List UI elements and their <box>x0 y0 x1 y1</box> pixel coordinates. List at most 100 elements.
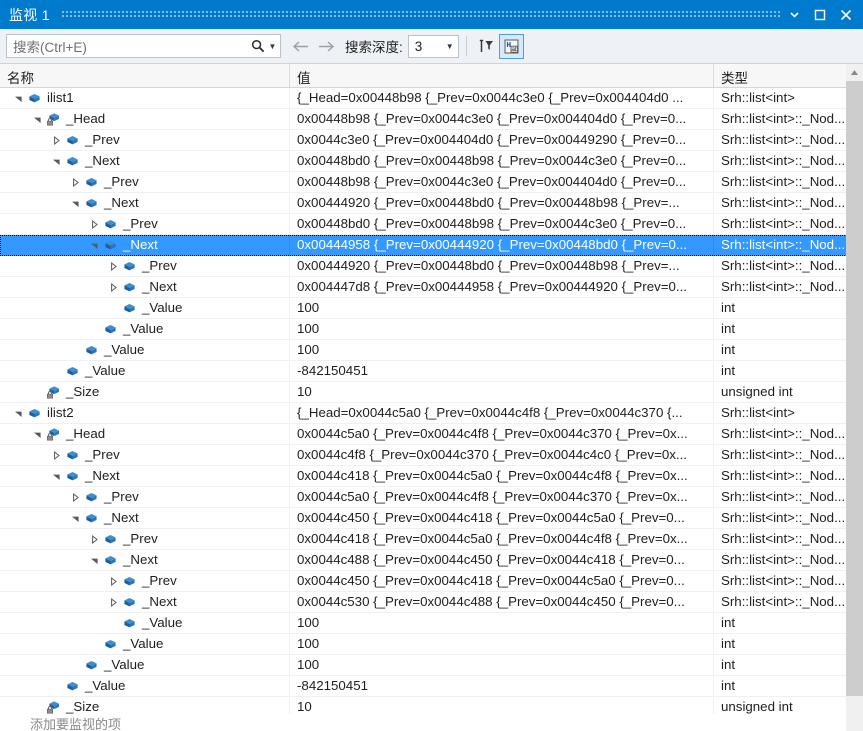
scroll-up-icon[interactable] <box>846 64 863 81</box>
table-row[interactable]: _Next 0x0044c450 {_Prev=0x0044c418 {_Prev… <box>0 507 863 529</box>
table-row[interactable]: _Value -842150451 int <box>0 675 863 697</box>
collapse-triangle-icon[interactable] <box>10 409 26 418</box>
pin-filter-icon[interactable] <box>474 34 499 59</box>
column-header-type[interactable]: 类型 <box>713 64 863 87</box>
cell-value[interactable]: 0x00448b98 {_Prev=0x0044c3e0 {_Prev=0x00… <box>289 171 713 193</box>
chevron-down-icon[interactable] <box>781 0 807 29</box>
table-row[interactable]: ilist1 {_Head=0x00448b98 {_Prev=0x0044c3e… <box>0 88 863 109</box>
ab-hex-display-icon[interactable]: ab <box>498 33 524 59</box>
cell-name[interactable]: _Prev <box>0 130 289 151</box>
vertical-scrollbar[interactable] <box>846 64 863 731</box>
table-row[interactable]: ilist2 {_Head=0x0044c5a0 {_Prev=0x0044c4f… <box>0 402 863 424</box>
cell-value[interactable]: 100 <box>289 654 713 676</box>
cell-value[interactable]: 0x00448bd0 {_Prev=0x00448b98 {_Prev=0x00… <box>289 213 713 235</box>
arrow-left-icon[interactable] <box>288 33 313 59</box>
expand-triangle-icon[interactable] <box>48 450 64 460</box>
cell-name[interactable]: _Next <box>0 151 289 172</box>
expand-triangle-icon[interactable] <box>67 492 83 502</box>
cell-name[interactable]: _Prev <box>0 487 289 508</box>
table-row[interactable]: _Next 0x0044c530 {_Prev=0x0044c488 {_Prev… <box>0 591 863 613</box>
cell-name[interactable]: _Next <box>0 508 289 529</box>
cell-name[interactable]: _Next <box>0 193 289 214</box>
cell-name[interactable]: _Next <box>0 235 289 256</box>
collapse-triangle-icon[interactable] <box>48 472 64 481</box>
expand-triangle-icon[interactable] <box>105 261 121 271</box>
cell-value[interactable]: 0x0044c530 {_Prev=0x0044c488 {_Prev=0x00… <box>289 591 713 613</box>
search-depth-select[interactable]: 3 ▼ <box>407 34 459 58</box>
column-header-name[interactable]: 名称 <box>0 64 289 87</box>
cell-value[interactable]: 0x0044c5a0 {_Prev=0x0044c4f8 {_Prev=0x00… <box>289 423 713 445</box>
cell-value[interactable]: 0x0044c418 {_Prev=0x0044c5a0 {_Prev=0x00… <box>289 528 713 550</box>
chevron-down-icon[interactable]: ▼ <box>442 42 458 51</box>
search-input[interactable]: 搜索(Ctrl+E) ▼ <box>6 34 281 58</box>
table-row[interactable]: _Next 0x004447d8 {_Prev=0x00444958 {_Prev… <box>0 276 863 298</box>
cell-name[interactable]: _Value <box>0 298 289 319</box>
cell-value[interactable]: 0x0044c3e0 {_Prev=0x004404d0 {_Prev=0x00… <box>289 129 713 151</box>
table-row[interactable]: _Prev 0x0044c3e0 {_Prev=0x004404d0 {_Prev… <box>0 129 863 151</box>
cell-value[interactable]: 0x00448b98 {_Prev=0x0044c3e0 {_Prev=0x00… <box>289 108 713 130</box>
add-watch-item-row[interactable]: 添加要监视的项 <box>0 714 863 731</box>
table-row[interactable]: _Value 100 int <box>0 297 863 319</box>
table-row[interactable]: _Prev 0x00448bd0 {_Prev=0x00448b98 {_Prev… <box>0 213 863 235</box>
expand-triangle-icon[interactable] <box>105 597 121 607</box>
cell-name[interactable]: _Prev <box>0 529 289 550</box>
collapse-triangle-icon[interactable] <box>29 430 45 439</box>
expand-triangle-icon[interactable] <box>105 576 121 586</box>
cell-name[interactable]: _Prev <box>0 445 289 466</box>
table-row[interactable]: _Prev 0x0044c4f8 {_Prev=0x0044c370 {_Prev… <box>0 444 863 466</box>
arrow-right-icon[interactable] <box>313 33 338 59</box>
table-row[interactable]: _Value 100 int <box>0 339 863 361</box>
cell-name[interactable]: _Head <box>0 424 289 445</box>
table-row[interactable]: _Value -842150451 int <box>0 360 863 382</box>
cell-value[interactable]: 0x0044c450 {_Prev=0x0044c418 {_Prev=0x00… <box>289 507 713 529</box>
cell-value[interactable]: 100 <box>289 633 713 655</box>
table-row[interactable]: _Value 100 int <box>0 654 863 676</box>
cell-name[interactable]: _Prev <box>0 571 289 592</box>
cell-value[interactable]: 100 <box>289 318 713 340</box>
title-drag-area[interactable] <box>61 0 781 29</box>
scrollbar-thumb[interactable] <box>846 81 863 696</box>
cell-value[interactable]: 0x0044c5a0 {_Prev=0x0044c4f8 {_Prev=0x00… <box>289 486 713 508</box>
expand-triangle-icon[interactable] <box>105 282 121 292</box>
cell-value[interactable]: 0x00444920 {_Prev=0x00448bd0 {_Prev=0x00… <box>289 255 713 277</box>
cell-name[interactable]: _Prev <box>0 214 289 235</box>
table-row[interactable]: _Next 0x0044c488 {_Prev=0x0044c450 {_Prev… <box>0 549 863 571</box>
table-row[interactable]: _Head 0x0044c5a0 {_Prev=0x0044c4f8 {_Prev… <box>0 423 863 445</box>
cell-value[interactable]: 0x00444920 {_Prev=0x00448bd0 {_Prev=0x00… <box>289 192 713 214</box>
column-header-value[interactable]: 值 <box>289 64 713 87</box>
table-row[interactable]: _Prev 0x0044c418 {_Prev=0x0044c5a0 {_Prev… <box>0 528 863 550</box>
cell-name[interactable]: _Prev <box>0 172 289 193</box>
table-row[interactable]: _Prev 0x0044c450 {_Prev=0x0044c418 {_Prev… <box>0 570 863 592</box>
cell-value[interactable]: 10 <box>289 381 713 403</box>
expand-triangle-icon[interactable] <box>86 534 102 544</box>
search-dropdown-chevron-down-icon[interactable]: ▼ <box>267 42 278 51</box>
close-icon[interactable] <box>833 0 859 29</box>
cell-value[interactable]: -842150451 <box>289 360 713 382</box>
table-row[interactable]: _Next 0x00444958 {_Prev=0x00444920 {_Prev… <box>0 234 863 256</box>
table-row[interactable]: _Size 10 unsigned int <box>0 381 863 403</box>
table-row[interactable]: _Prev 0x00444920 {_Prev=0x00448bd0 {_Prev… <box>0 255 863 277</box>
cell-name[interactable]: _Prev <box>0 256 289 277</box>
cell-value[interactable]: 0x0044c418 {_Prev=0x0044c5a0 {_Prev=0x00… <box>289 465 713 487</box>
cell-name[interactable]: ilist1 <box>0 88 289 109</box>
tab-watch-1[interactable]: 监视 1 <box>0 0 62 29</box>
cell-name[interactable]: _Value <box>0 340 289 361</box>
collapse-triangle-icon[interactable] <box>48 157 64 166</box>
cell-name[interactable]: _Value <box>0 634 289 655</box>
cell-name[interactable]: _Next <box>0 550 289 571</box>
cell-name[interactable]: _Value <box>0 655 289 676</box>
collapse-triangle-icon[interactable] <box>67 199 83 208</box>
cell-value[interactable]: 0x00444958 {_Prev=0x00444920 {_Prev=0x00… <box>289 234 713 256</box>
cell-name[interactable]: ilist2 <box>0 403 289 424</box>
cell-name[interactable]: _Next <box>0 592 289 613</box>
cell-value[interactable]: 0x004447d8 {_Prev=0x00444958 {_Prev=0x00… <box>289 276 713 298</box>
table-row[interactable]: _Prev 0x0044c5a0 {_Prev=0x0044c4f8 {_Prev… <box>0 486 863 508</box>
table-row[interactable]: _Value 100 int <box>0 318 863 340</box>
maximize-icon[interactable] <box>807 0 833 29</box>
expand-triangle-icon[interactable] <box>67 177 83 187</box>
collapse-triangle-icon[interactable] <box>86 556 102 565</box>
collapse-triangle-icon[interactable] <box>86 241 102 250</box>
table-row[interactable]: _Next 0x00448bd0 {_Prev=0x00448b98 {_Prev… <box>0 150 863 172</box>
cell-value[interactable]: 100 <box>289 612 713 634</box>
cell-name[interactable]: _Value <box>0 613 289 634</box>
